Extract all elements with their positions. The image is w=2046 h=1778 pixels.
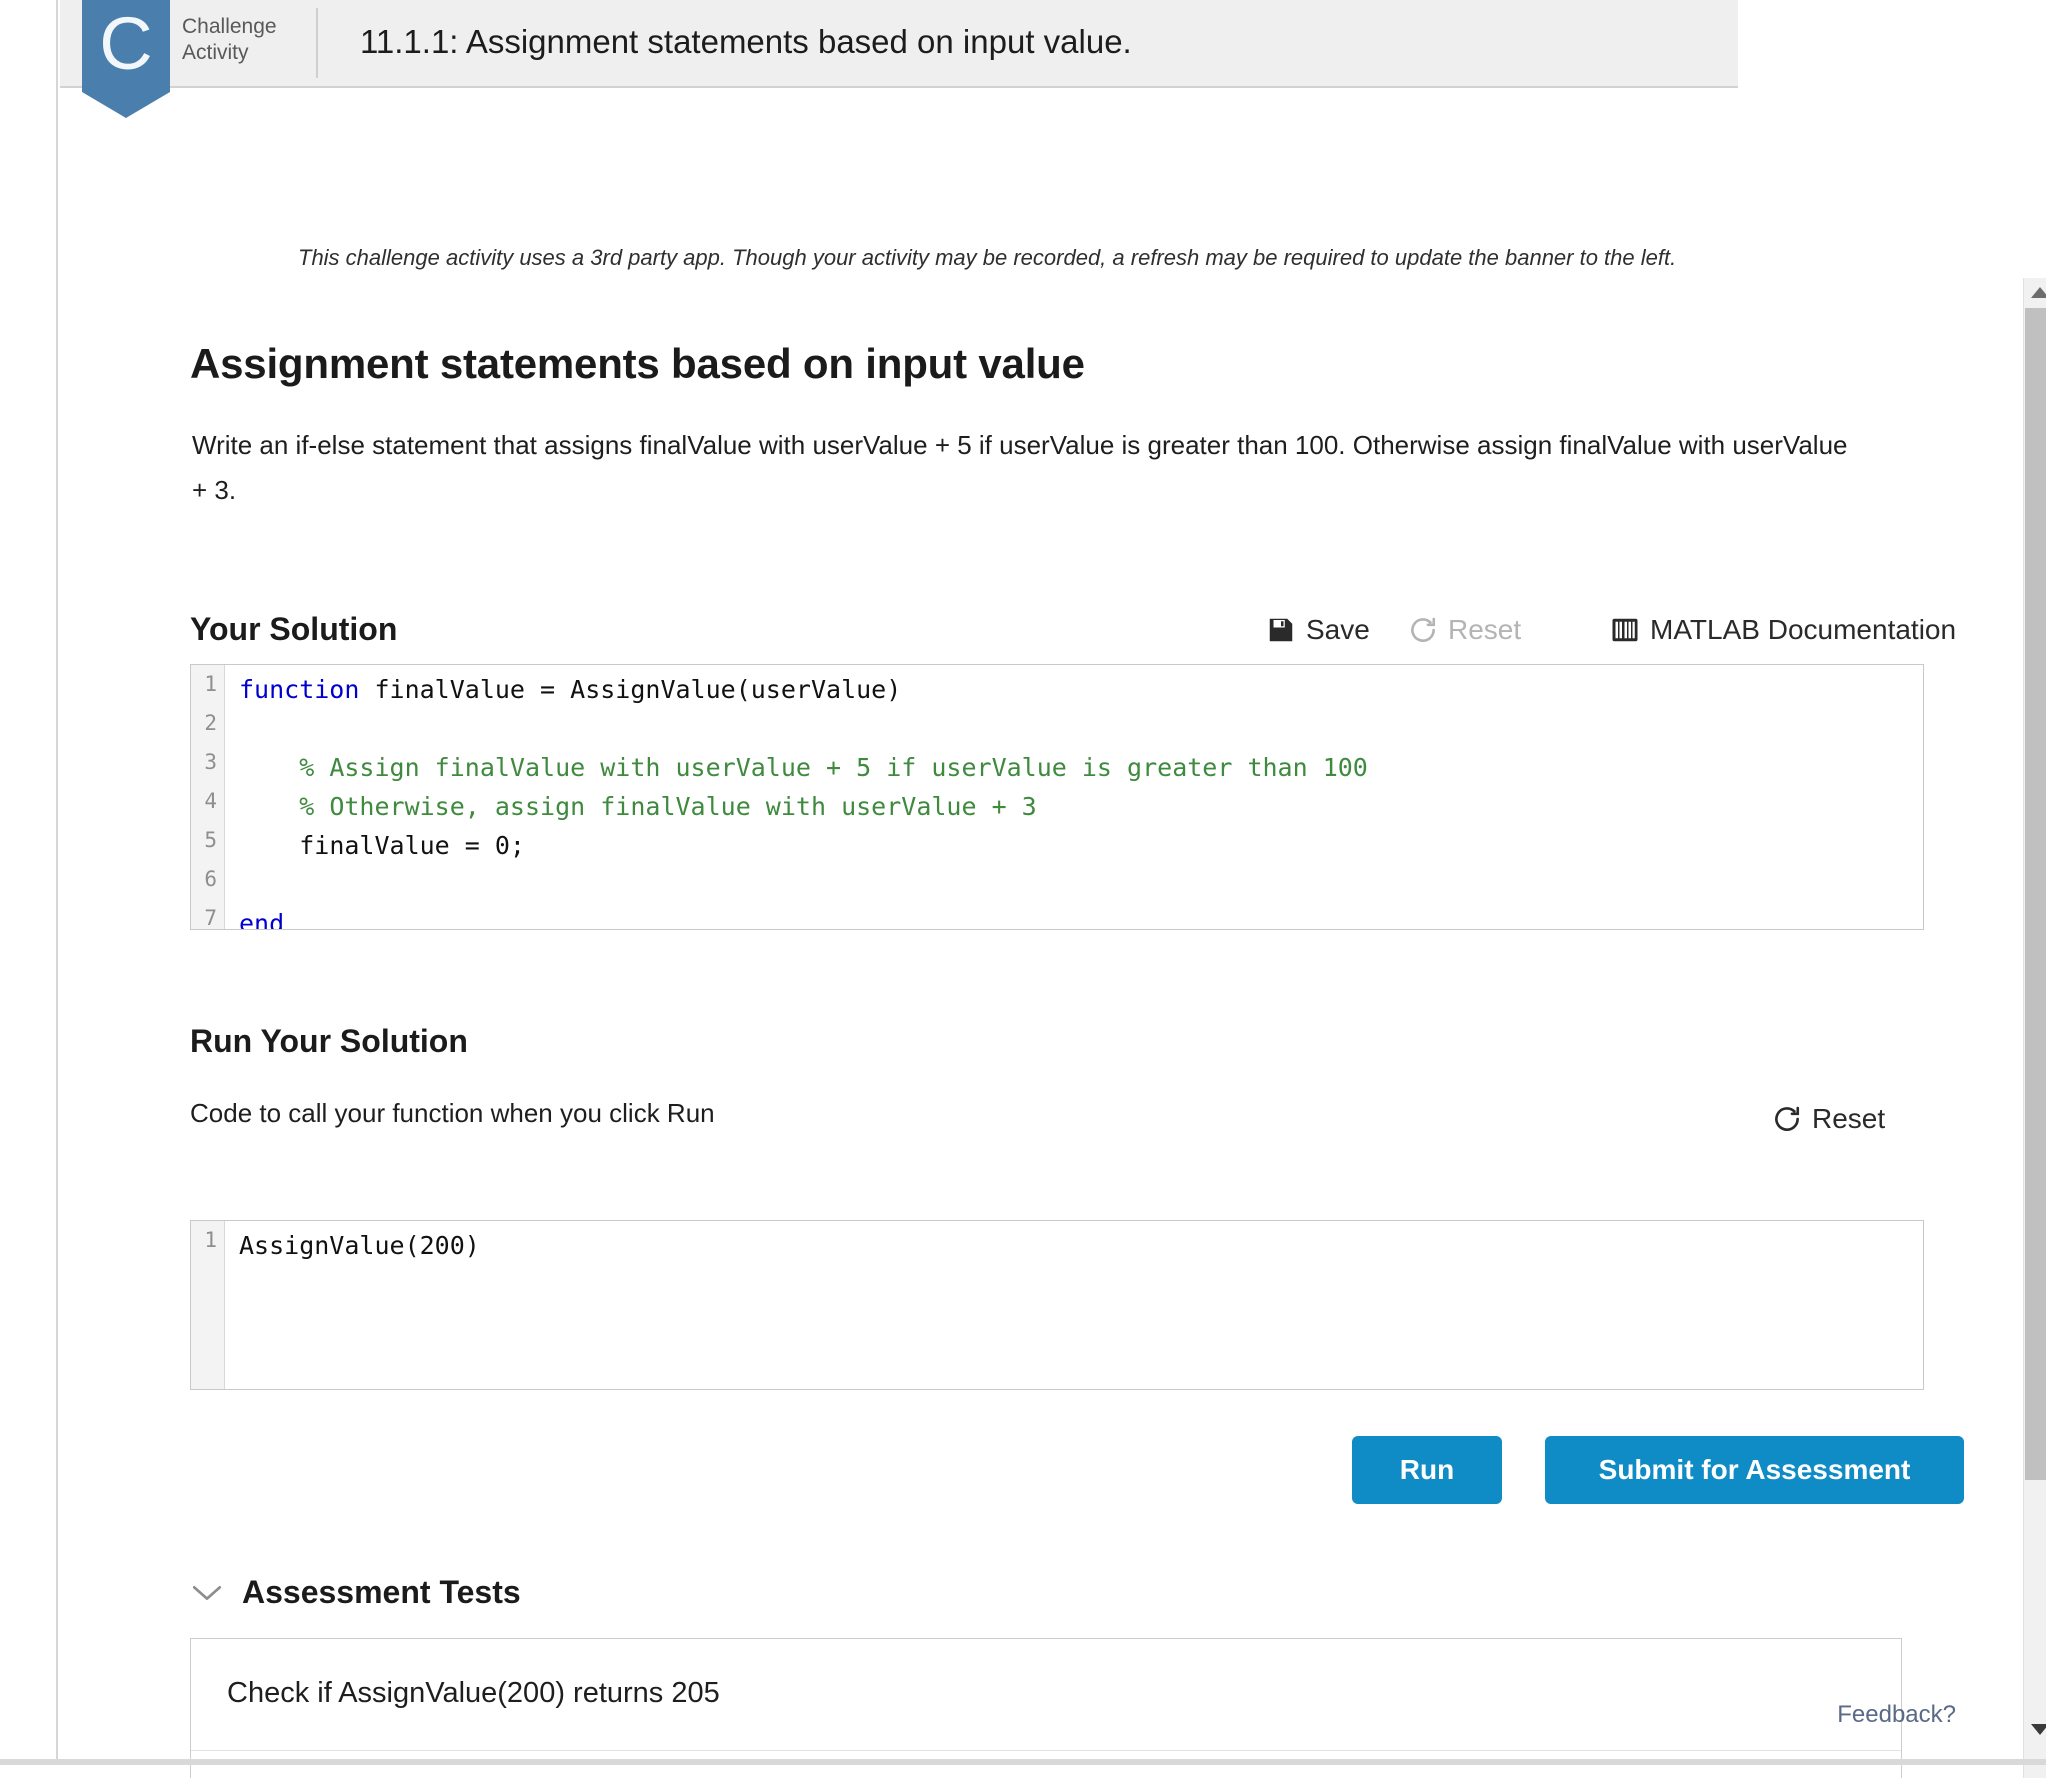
header-divider — [316, 8, 318, 78]
line-number: 5 — [191, 821, 224, 860]
page-bottom-bar — [0, 1759, 2046, 1765]
table-row[interactable]: Check if AssignValue(200) returns 205 — [191, 1639, 1901, 1751]
code-line: end — [239, 904, 1368, 930]
matlab-documentation-button[interactable]: MATLAB Documentation — [1610, 613, 1956, 647]
save-button[interactable]: Save — [1266, 613, 1370, 647]
code-line: AssignValue(200) — [239, 1226, 480, 1265]
activity-title: 11.1.1: Assignment statements based on i… — [360, 18, 1132, 66]
code-text: finalValue = AssignValue(userValue) — [359, 675, 901, 704]
test-description: Check if AssignValue(200) returns 205 — [227, 1677, 720, 1710]
activity-content-scroll-region: Assignment statements based on input val… — [120, 278, 2010, 1778]
reset-solution-label: Reset — [1448, 613, 1521, 647]
code-comment: % Otherwise, assign finalValue with user… — [299, 792, 1037, 821]
page-title: Assignment statements based on input val… — [190, 338, 1085, 390]
line-number: 1 — [191, 665, 224, 704]
reset-icon — [1408, 615, 1438, 645]
problem-description: Write an if-else statement that assigns … — [192, 423, 1852, 513]
your-solution-heading: Your Solution — [190, 611, 397, 648]
code-indent — [239, 792, 299, 821]
save-icon — [1266, 615, 1296, 645]
code-text: finalValue = 0; — [299, 831, 525, 860]
page-left-gutter — [0, 0, 58, 1765]
badge-letter: C — [82, 2, 170, 86]
book-icon — [1610, 615, 1640, 645]
run-your-solution-heading: Run Your Solution — [190, 1023, 468, 1060]
assessment-tests-toggle[interactable]: Assessment Tests — [190, 1574, 521, 1611]
code-indent — [239, 831, 299, 860]
reset-solution-button[interactable]: Reset — [1408, 613, 1521, 647]
line-number: 7 — [191, 899, 224, 930]
code-comment: % Assign finalValue with userValue + 5 i… — [299, 753, 1368, 782]
solution-line-number-gutter: 1 2 3 4 5 6 7 — [191, 665, 225, 929]
code-line: % Assign finalValue with userValue + 5 i… — [239, 748, 1368, 787]
chevron-down-icon — [2031, 1724, 2046, 1735]
code-indent — [239, 753, 299, 782]
code-line: finalValue = 0; — [239, 826, 1368, 865]
run-code-text[interactable]: AssignValue(200) — [227, 1221, 480, 1265]
third-party-notice: This challenge activity uses a 3rd party… — [298, 243, 1938, 273]
solution-code-text[interactable]: function finalValue = AssignValue(userVa… — [227, 665, 1368, 930]
code-text: AssignValue(200) — [239, 1231, 480, 1260]
submit-for-assessment-button[interactable]: Submit for Assessment — [1545, 1436, 1964, 1504]
code-line — [239, 865, 1368, 904]
assessment-tests-panel: Check if AssignValue(200) returns 205 — [190, 1638, 1902, 1778]
reset-run-label: Reset — [1812, 1102, 1885, 1136]
line-number: 6 — [191, 860, 224, 899]
line-number: 1 — [191, 1221, 224, 1260]
chevron-up-icon — [2031, 287, 2046, 298]
header-right-fill — [1738, 0, 2038, 88]
chevron-down-icon — [190, 1581, 224, 1605]
code-line: function finalValue = AssignValue(userVa… — [239, 670, 1368, 709]
run-button[interactable]: Run — [1352, 1436, 1502, 1504]
line-number: 4 — [191, 782, 224, 821]
feedback-link[interactable]: Feedback? — [1837, 1701, 1956, 1729]
assessment-tests-heading: Assessment Tests — [242, 1574, 521, 1611]
reset-icon — [1772, 1104, 1802, 1134]
reset-run-button[interactable]: Reset — [1772, 1102, 1885, 1136]
scrollbar-up-arrow[interactable] — [2024, 278, 2046, 306]
save-label: Save — [1306, 613, 1370, 647]
run-help-text: Code to call your function when you clic… — [190, 1098, 715, 1129]
scrollbar-thumb[interactable] — [2025, 308, 2046, 1480]
code-keyword: function — [239, 675, 359, 704]
line-number: 2 — [191, 704, 224, 743]
code-line: % Otherwise, assign finalValue with user… — [239, 787, 1368, 826]
scrollbar-down-arrow[interactable] — [2024, 1715, 2046, 1743]
run-code-editor[interactable]: 1 AssignValue(200) — [190, 1220, 1924, 1390]
run-line-number-gutter: 1 — [191, 1221, 225, 1389]
code-line — [239, 709, 1368, 748]
activity-body: This challenge activity uses a 3rd party… — [60, 88, 2038, 1759]
challenge-activity-page: C Challenge Activity 11.1.1: Assignment … — [0, 0, 2046, 1765]
badge-caption: Challenge Activity — [182, 14, 306, 66]
solution-code-editor[interactable]: 1 2 3 4 5 6 7 function finalValue = Assi… — [190, 664, 1924, 930]
code-keyword: end — [239, 909, 284, 930]
content-scrollbar[interactable] — [2023, 278, 2046, 1778]
line-number: 3 — [191, 743, 224, 782]
matlab-documentation-label: MATLAB Documentation — [1650, 613, 1956, 647]
